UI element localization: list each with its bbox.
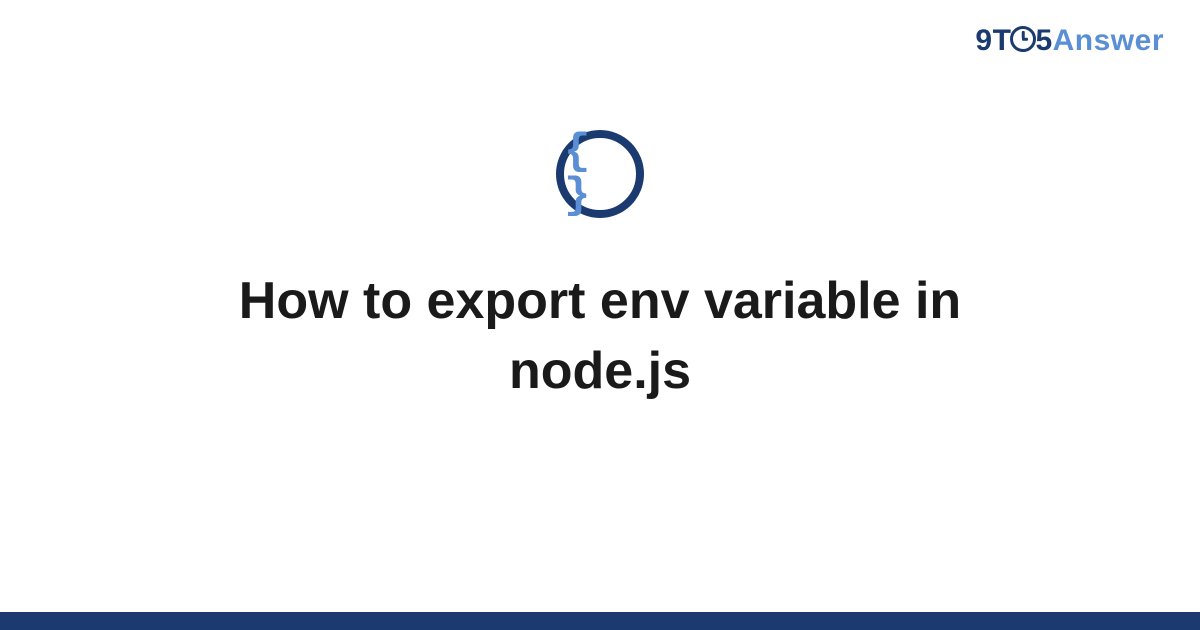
page-title: How to export env variable in node.js	[150, 266, 1050, 406]
logo-text-answer: Answer	[1053, 24, 1164, 57]
braces-glyph: { }	[564, 130, 636, 218]
logo-text-5: 5	[1035, 24, 1052, 57]
code-braces-icon: { }	[556, 130, 644, 218]
site-logo[interactable]: 9T 5Answer	[975, 24, 1164, 58]
clock-icon	[1010, 26, 1036, 52]
footer-accent-bar	[0, 612, 1200, 630]
logo-text-9t: 9T	[975, 24, 1011, 57]
main-content: { } How to export env variable in node.j…	[0, 130, 1200, 406]
